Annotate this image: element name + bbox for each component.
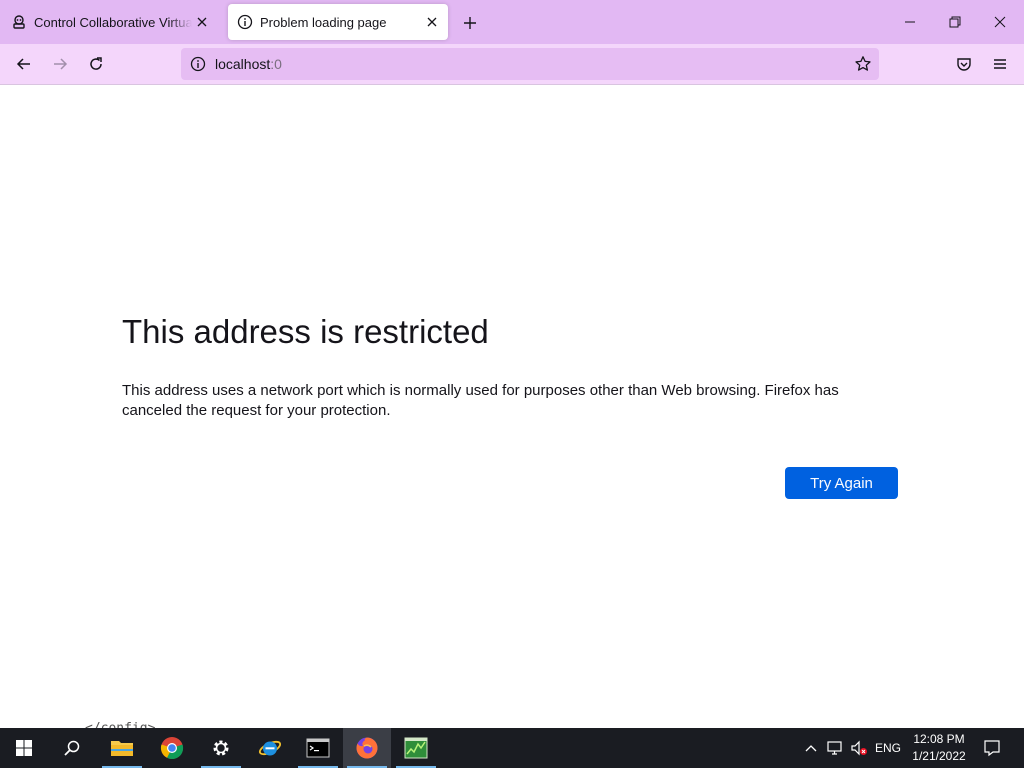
app-menu-button[interactable] [986,50,1014,78]
try-again-button[interactable]: Try Again [785,467,898,499]
taskbar-firefox[interactable] [343,728,391,768]
taskbar-chrome[interactable] [148,728,196,768]
firefox-icon [356,737,378,759]
restore-button[interactable] [940,8,970,36]
network-icon [827,741,842,755]
url-port: :0 [270,56,282,72]
clock-date: 1/21/2022 [912,749,966,763]
vm-icon [10,13,28,31]
clock-time: 12:08 PM [913,732,965,746]
tab-problem-loading[interactable]: Problem loading page [228,4,448,40]
taskbar-internet-explorer[interactable] [246,728,294,768]
hamburger-menu-icon [994,59,1006,69]
reload-button[interactable] [82,50,110,78]
back-arrow-icon [16,58,30,70]
info-icon [236,13,254,31]
forward-arrow-icon [54,58,68,70]
start-icon [16,740,32,756]
bookmark-star-icon[interactable] [853,54,873,74]
chrome-icon [160,737,184,760]
error-title: This address is restricted [122,313,489,350]
terminal-icon [306,738,330,758]
task-manager-icon [404,737,428,759]
error-description: This address uses a network port which i… [122,382,839,419]
search-icon [64,740,80,756]
address-bar[interactable]: localhost:0 [181,48,879,80]
page-content: This address is restricted This address … [0,85,1024,736]
taskbar-file-explorer[interactable] [98,728,146,768]
site-info-icon[interactable] [188,54,208,74]
minimize-icon [905,21,915,23]
taskbar-task-manager[interactable] [392,728,440,768]
network-status[interactable] [824,728,846,768]
close-window-button[interactable] [985,8,1015,36]
tab-control-vm[interactable]: Control Collaborative Virtual Machine [0,4,218,40]
internet-explorer-icon [258,740,282,756]
settings-icon [213,740,229,756]
minimize-button[interactable] [895,8,925,36]
taskbar: ENG 12:08 PM 1/21/2022 [0,728,1024,768]
volume-control[interactable] [848,728,870,768]
pocket-button[interactable] [950,50,978,78]
reload-icon [90,57,102,70]
plus-icon [464,17,476,29]
input-language[interactable]: ENG [872,728,904,768]
tab-strip: Control Collaborative Virtual Machine Pr… [0,0,1024,44]
tab-title: Problem loading page [260,14,387,30]
chevron-up-icon [805,745,817,752]
url-host: localhost [215,56,271,72]
taskbar-settings[interactable] [197,728,245,768]
show-hidden-icons-button[interactable] [800,728,822,768]
tab-title: Control Collaborative Virtual Machine [34,14,192,30]
navigation-toolbar: localhost:0 [0,44,1024,85]
search-button[interactable] [48,728,96,768]
close-tab-icon[interactable] [422,12,442,32]
back-button[interactable] [10,50,38,78]
action-center-button[interactable] [978,728,1006,768]
close-icon [994,16,1006,28]
restore-icon [949,16,961,28]
clock[interactable]: 12:08 PM 1/21/2022 [906,731,972,765]
notification-icon [984,740,1000,757]
volume-muted-icon [851,740,867,756]
url-text[interactable]: localhost:0 [215,56,282,72]
forward-button[interactable] [46,50,74,78]
close-tab-icon[interactable] [192,12,212,32]
file-explorer-icon [111,741,133,756]
new-tab-button[interactable] [458,11,482,35]
start-button[interactable] [0,728,48,768]
pocket-icon [957,58,971,71]
taskbar-terminal[interactable] [294,728,342,768]
